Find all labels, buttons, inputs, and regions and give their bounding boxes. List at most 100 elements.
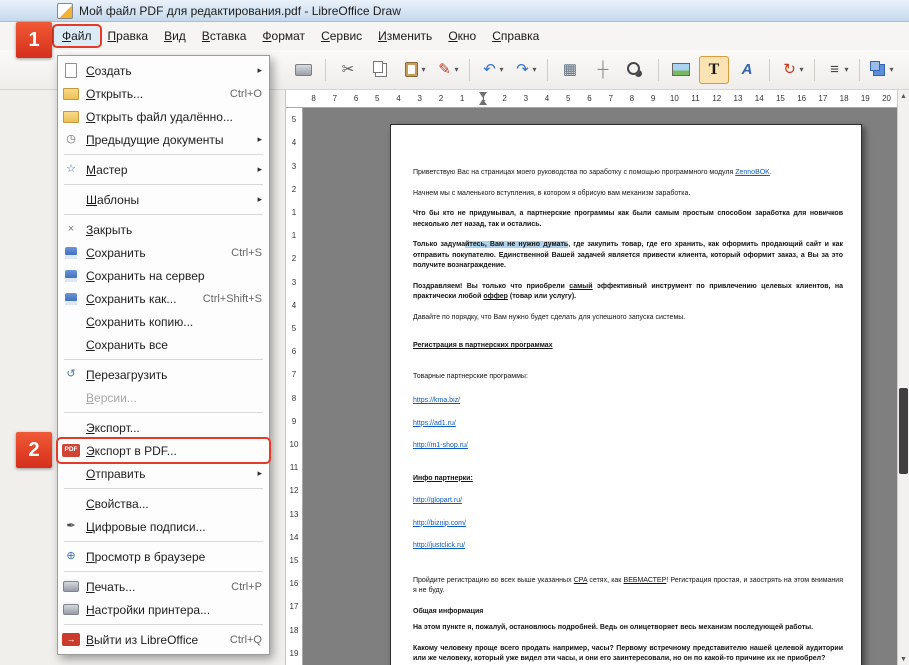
ruler-number: 6	[353, 94, 359, 103]
ruler-number: 20	[882, 94, 891, 103]
dropdown-caret-icon[interactable]: ▾	[499, 65, 503, 74]
dropdown-caret-icon[interactable]: ▾	[454, 65, 458, 74]
paste-button[interactable]: ▾	[399, 56, 429, 84]
menubar-item-Вид[interactable]: Вид	[156, 26, 194, 46]
ruler-number: 4	[291, 300, 297, 310]
indent-marker-icon[interactable]	[479, 99, 487, 105]
menubar-item-Сервис[interactable]: Сервис	[313, 26, 370, 46]
dropdown-caret-icon[interactable]: ▾	[799, 65, 803, 74]
align-objects-button[interactable]: ≡ ▾	[822, 56, 852, 84]
file-menu-item-настройки-принтера-[interactable]: Настройки принтера...	[58, 598, 269, 621]
scroll-down-button[interactable]: ▼	[898, 653, 909, 665]
menu-icon-spacer	[62, 192, 80, 208]
insert-image-button[interactable]	[666, 56, 696, 84]
menubar-item-Окно[interactable]: Окно	[440, 26, 484, 46]
zoom-button[interactable]	[621, 56, 651, 84]
file-menu-item-отправить[interactable]: Отправить ▸	[58, 462, 269, 485]
file-menu-item-открыть-файл-удалённо-[interactable]: Открыть файл удалённо...	[58, 105, 269, 128]
file-menu-item-мастер[interactable]: ☆ Мастер ▸	[58, 158, 269, 181]
hyperlink-text[interactable]: http://glopart.ru/	[413, 497, 462, 504]
file-menu-item-шаблоны[interactable]: Шаблоны ▸	[58, 188, 269, 211]
file-menu-item-свойства-[interactable]: Свойства...	[58, 492, 269, 515]
cut-button[interactable]: ✂	[333, 56, 363, 84]
ruler-number: 5	[375, 94, 380, 103]
scroll-thumb[interactable]	[899, 388, 908, 474]
redo-button[interactable]: ↷ ▾	[510, 56, 540, 84]
menu-item-label: Создать	[86, 63, 132, 78]
ruler-number: 12	[289, 486, 299, 496]
hyperlink-text[interactable]: ZennoBOK	[735, 169, 770, 176]
menu-item-label: Просмотр в браузере	[86, 549, 206, 564]
menu-item-label: Версии...	[86, 390, 137, 405]
menu-icon-spacer	[62, 314, 80, 330]
toolbar-separator	[469, 58, 470, 81]
dropdown-caret-icon[interactable]: ▾	[421, 65, 425, 74]
ruler-number: 9	[650, 94, 656, 103]
menu-item-label: Сохранить копию...	[86, 314, 194, 329]
file-menu-item-цифровые-подписи-[interactable]: ✒ Цифровые подписи...	[58, 515, 269, 538]
display-grid-button[interactable]: ▦	[555, 56, 585, 84]
dropdown-caret-icon[interactable]: ▾	[844, 65, 848, 74]
menubar-item-Справка[interactable]: Справка	[484, 26, 547, 46]
title-bar[interactable]: Мой файл PDF для редактирования.pdf - Li…	[0, 0, 909, 22]
insert-text-box-button[interactable]: T	[699, 55, 729, 84]
undo-icon: ↶	[483, 61, 496, 78]
ruler-number: 7	[332, 94, 338, 103]
vertical-ruler: 5 4 3 2 1 1 2 3 4 5 6 7 8 9 10 11 12 13 14 15 16 17 18 19	[286, 108, 303, 665]
file-menu-item-создать[interactable]: Создать ▸	[58, 59, 269, 82]
dropdown-caret-icon[interactable]: ▾	[532, 65, 536, 74]
document-paragraph: Регистрация в партнерских программах	[413, 341, 843, 352]
menubar-item-Вставка[interactable]: Вставка	[194, 26, 255, 46]
paragraph-text: йтесь, Вам не нужно думать	[465, 241, 569, 248]
ruler-number: 19	[289, 648, 299, 658]
file-menu-item-закрыть[interactable]: × Закрыть	[58, 218, 269, 241]
hyperlink-text[interactable]: http://justclick.ru/	[413, 542, 465, 549]
print-button[interactable]	[288, 56, 318, 84]
file-menu-item-печать-[interactable]: Печать... Ctrl+P	[58, 575, 269, 598]
hyperlink-text[interactable]: https://kma.biz/	[413, 397, 460, 404]
fontwork-button[interactable]: A	[732, 56, 762, 84]
file-menu-item-сохранить-на-сервер[interactable]: Сохранить на сервер	[58, 264, 269, 287]
ruler-number: 3	[291, 277, 297, 287]
submenu-arrow-icon: ▸	[257, 134, 262, 144]
file-menu-item-сохранить[interactable]: Сохранить Ctrl+S	[58, 241, 269, 264]
file-menu-item-открыть-[interactable]: Открыть... Ctrl+O	[58, 82, 269, 105]
rotate-button[interactable]: ↻ ▾	[777, 56, 807, 84]
menubar-item-Формат[interactable]: Формат	[254, 26, 313, 46]
paragraph-text: оффер	[483, 293, 508, 300]
indent-marker-icon[interactable]	[479, 92, 487, 98]
menubar-item-Файл[interactable]: Файл	[52, 24, 102, 48]
display-grid-icon: ▦	[562, 61, 578, 78]
helplines-button[interactable]: ┼	[588, 56, 618, 84]
file-menu-item-экспорт-в-pdf-[interactable]: PDF Экспорт в PDF...	[56, 437, 271, 464]
scroll-up-button[interactable]: ▲	[898, 90, 909, 102]
file-menu-item-просмотр-в-браузере[interactable]: ⊕ Просмотр в браузере	[58, 545, 269, 568]
dropdown-caret-icon[interactable]: ▾	[889, 65, 893, 74]
redo-icon: ↷	[516, 61, 529, 78]
menu-separator	[64, 184, 263, 185]
close-icon: ×	[67, 223, 75, 235]
undo-button[interactable]: ↶ ▾	[477, 56, 507, 84]
print-icon	[62, 579, 80, 595]
hyperlink-text[interactable]: http://m1-shop.ru/	[413, 442, 468, 449]
menubar-item-Изменить[interactable]: Изменить	[370, 26, 440, 46]
drawing-canvas[interactable]: Приветствую Вас на страницах моего руков…	[303, 108, 897, 665]
file-menu-item-сохранить-все[interactable]: Сохранить все	[58, 333, 269, 356]
menu-separator	[64, 359, 263, 360]
menu-item-label: Сохранить	[86, 245, 146, 260]
vertical-scrollbar[interactable]: ▲ ▼	[897, 90, 909, 665]
menubar-item-Правка[interactable]: Правка	[100, 26, 157, 46]
hyperlink-text[interactable]: https://ad1.ru/	[413, 420, 456, 427]
arrange-button[interactable]: ▾	[867, 56, 897, 84]
file-menu-item-предыдущие-документы[interactable]: ◷ Предыдущие документы ▸	[58, 128, 269, 151]
copy-button[interactable]	[366, 56, 396, 84]
file-menu-item-экспорт-[interactable]: Экспорт...	[58, 416, 269, 439]
ruler-number: 17	[289, 602, 299, 612]
clone-formatting-button[interactable]: ✎ ▾	[432, 56, 462, 84]
menu-item-label: Свойства...	[86, 496, 149, 511]
file-menu-item-сохранить-копию-[interactable]: Сохранить копию...	[58, 310, 269, 333]
hyperlink-text[interactable]: http://biznip.com/	[413, 520, 466, 527]
file-menu-item-перезагрузить[interactable]: ↺ Перезагрузить	[58, 363, 269, 386]
file-menu-item-выйти-из-libreoffice[interactable]: → Выйти из LibreOffice Ctrl+Q	[58, 628, 269, 651]
file-menu-item-сохранить-как-[interactable]: Сохранить как... Ctrl+Shift+S	[58, 287, 269, 310]
